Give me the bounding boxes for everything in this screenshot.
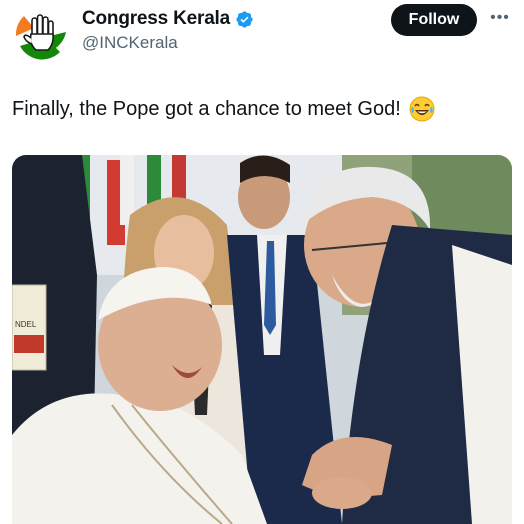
follow-button[interactable]: Follow xyxy=(391,4,477,36)
tweet-body: Finally, the Pope got a chance to meet G… xyxy=(12,96,512,122)
tweet-card: Congress Kerala @INCKerala Follow ••• Fi… xyxy=(0,0,524,524)
tweet-text: Finally, the Pope got a chance to meet G… xyxy=(12,98,401,120)
author-avatar[interactable] xyxy=(12,6,70,64)
author-info: Congress Kerala @INCKerala xyxy=(82,8,254,53)
laughing-tears-emoji-icon xyxy=(409,96,435,122)
author-display-name[interactable]: Congress Kerala xyxy=(82,8,230,30)
badge-text: NDEL xyxy=(15,320,37,329)
tweet-photo[interactable]: NDEL xyxy=(12,155,512,524)
photo-image: NDEL xyxy=(12,155,512,524)
more-options-icon[interactable]: ••• xyxy=(488,6,512,30)
author-handle[interactable]: @INCKerala xyxy=(82,33,254,53)
verified-badge-icon xyxy=(235,10,254,29)
hand-logo-icon xyxy=(12,6,70,64)
